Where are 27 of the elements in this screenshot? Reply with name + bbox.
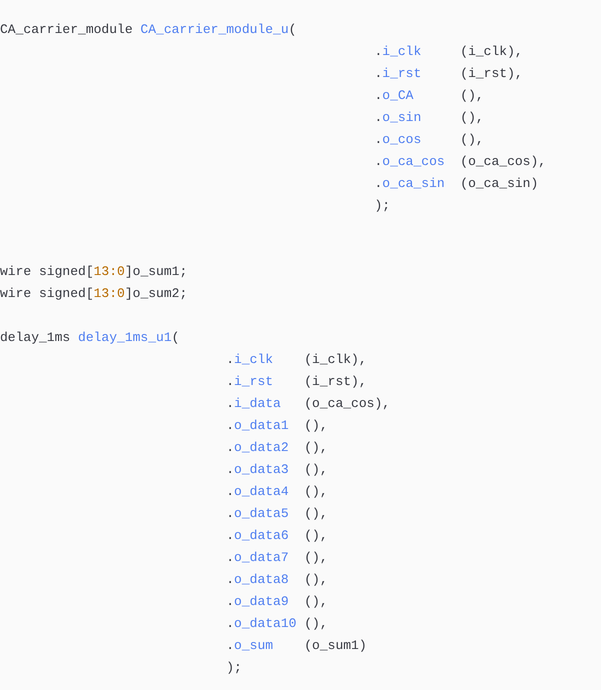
code-line: .o_sin (), (374, 109, 484, 127)
code-line: .i_clk (i_clk), (374, 43, 523, 61)
code-line: .o_ca_cos (o_ca_cos), (374, 153, 546, 171)
code-line: .o_data10 (), (226, 615, 328, 633)
code-line: .i_rst (i_rst), (226, 373, 367, 391)
code-line: .o_ca_sin (o_ca_sin) (374, 175, 538, 193)
code-line: .o_data4 (), (226, 483, 328, 501)
code-line: .i_rst (i_rst), (374, 65, 523, 83)
code-line: CA_carrier_module CA_carrier_module_u( (0, 21, 296, 39)
code-line: .o_data7 (), (226, 549, 328, 567)
code-line: .o_cos (), (374, 131, 484, 149)
code-line: .o_data2 (), (226, 439, 328, 457)
code-line: ); (374, 197, 390, 215)
code-line: .o_data5 (), (226, 505, 328, 523)
code-line: .o_data6 (), (226, 527, 328, 545)
code-line: .o_data1 (), (226, 417, 328, 435)
code-line: delay_1ms delay_1ms_u1( (0, 329, 180, 347)
code-line: .o_data3 (), (226, 461, 328, 479)
code-line: .o_data9 (), (226, 593, 328, 611)
code-line: wire signed[13:0]o_sum1; (0, 263, 188, 281)
code-line: .o_sum (o_sum1) (226, 637, 367, 655)
code-line: .i_data (o_ca_cos), (226, 395, 390, 413)
code-line: wire signed[13:0]o_sum2; (0, 285, 188, 303)
code-line: .o_CA (), (374, 87, 484, 105)
code-line: ); (226, 659, 242, 677)
code-line: .o_data8 (), (226, 571, 328, 589)
code-line: .i_clk (i_clk), (226, 351, 367, 369)
